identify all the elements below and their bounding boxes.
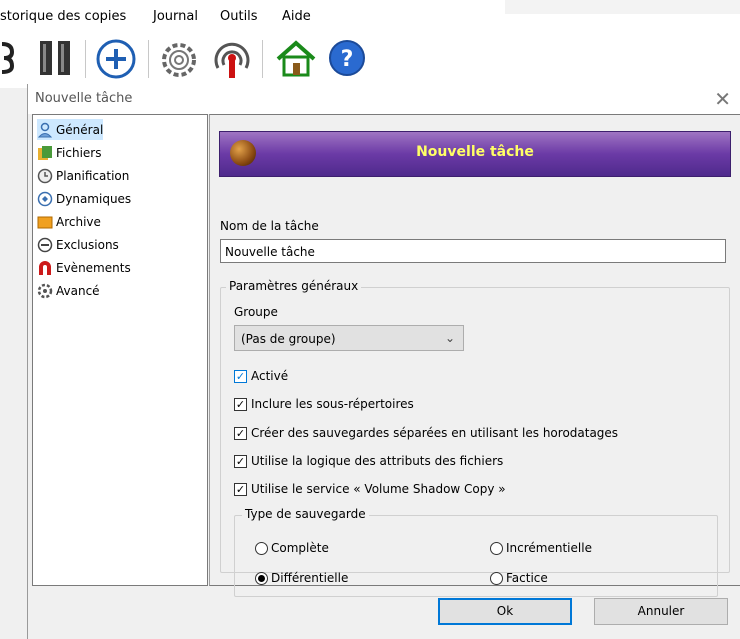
ok-button[interactable]: Ok [438, 598, 572, 625]
group-select-value: (Pas de groupe) [241, 332, 336, 346]
help-icon[interactable]: ? [328, 39, 366, 81]
checkbox-include-subdirectories[interactable]: ✓ Inclure les sous-répertoires [234, 395, 414, 413]
checkbox-label: Utilise la logique des attributs des fic… [251, 454, 504, 468]
nav-item-label: Archive [56, 214, 101, 229]
broadcast-icon[interactable] [210, 38, 254, 86]
task-name-label: Nom de la tâche [220, 219, 319, 233]
general-parameters-title: Paramètres généraux [226, 279, 362, 293]
columns-icon[interactable] [38, 39, 74, 81]
nav-item-scheduling[interactable]: Planification [37, 165, 129, 186]
radio-label: Incrémentielle [506, 541, 592, 555]
backup-type-title: Type de sauvegarde [242, 507, 369, 521]
archive-icon [37, 214, 53, 230]
checkbox-enabled[interactable]: ✓ Activé [234, 367, 288, 385]
dynamic-icon [37, 191, 53, 207]
toolbar: ? [0, 30, 740, 88]
files-icon [37, 145, 53, 161]
nav-item-events[interactable]: Evènements [37, 257, 131, 278]
checkbox-label: Activé [251, 369, 289, 383]
nav-item-files[interactable]: Fichiers [37, 142, 101, 163]
chevron-down-icon: ⌄ [444, 331, 455, 345]
checkbox-check-icon: ✓ [234, 369, 247, 383]
radio-incremental[interactable]: Incrémentielle [490, 539, 592, 557]
gear-icon [37, 283, 53, 299]
nav-item-label: Avancé [56, 283, 100, 298]
nav-item-label: Dynamiques [56, 191, 132, 206]
checkbox-check-icon: ✓ [234, 482, 247, 496]
radio-selected-icon [255, 571, 268, 585]
menu-history[interactable]: storique des copies [0, 9, 126, 24]
radio-label: Différentielle [271, 571, 349, 585]
cancel-button[interactable]: Annuler [594, 598, 728, 625]
checkbox-label: Utilise le service « Volume Shadow Copy … [251, 482, 506, 496]
checkbox-label: Inclure les sous-répertoires [251, 397, 414, 411]
radio-differential[interactable]: Différentielle [255, 569, 348, 587]
group-select[interactable]: (Pas de groupe) ⌄ [234, 325, 464, 351]
dialog-titlebar: Nouvelle tâche ✕ [28, 84, 740, 114]
user-icon [37, 122, 53, 138]
new-task-dialog: Nouvelle tâche ✕ Général Fichiers Planif… [27, 84, 740, 639]
nav-item-label: Evènements [56, 260, 131, 275]
home-icon[interactable] [275, 39, 317, 83]
banner-title: Nouvelle tâche [416, 144, 534, 160]
menu-bar-blank-area [505, 0, 740, 14]
nav-item-label: Fichiers [56, 145, 102, 160]
menu-tools[interactable]: Outils [220, 9, 258, 24]
settings-icon[interactable] [157, 38, 201, 86]
radio-circle-icon [490, 571, 503, 585]
clock-icon [37, 168, 53, 184]
section-banner: Nouvelle tâche [219, 131, 731, 177]
close-icon[interactable]: ✕ [714, 87, 731, 111]
radio-complete[interactable]: Complète [255, 539, 329, 557]
checkbox-file-attributes[interactable]: ✓ Utilise la logique des attributs des f… [234, 452, 503, 470]
exclusion-icon [37, 237, 53, 253]
checkbox-label: Créer des sauvegardes séparées en utilis… [251, 426, 619, 440]
nav-item-archive[interactable]: Archive [37, 211, 101, 232]
menu-help[interactable]: Aide [282, 9, 311, 24]
svg-text:?: ? [341, 47, 354, 72]
nav-item-label: Général [56, 122, 104, 137]
group-label: Groupe [234, 305, 278, 319]
task-name-input[interactable]: Nouvelle tâche [220, 239, 726, 263]
dialog-title: Nouvelle tâche [35, 91, 133, 106]
checkbox-separate-timestamps[interactable]: ✓ Créer des sauvegardes séparées en util… [234, 424, 618, 442]
radio-label: Factice [506, 571, 548, 585]
radio-circle-icon [490, 541, 503, 555]
checkbox-check-icon: ✓ [234, 426, 247, 440]
add-icon[interactable] [95, 38, 137, 84]
settings-nav-tree: Général Fichiers Planification Dynamique… [32, 114, 208, 586]
nav-item-advanced[interactable]: Avancé [37, 280, 100, 301]
general-settings-pane: Nouvelle tâche Nom de la tâche Nouvelle … [209, 114, 740, 597]
checkbox-check-icon: ✓ [234, 397, 247, 411]
nav-item-exclusions[interactable]: Exclusions [37, 234, 119, 255]
magnet-icon [37, 260, 53, 276]
menu-bar: storique des copies Journal Outils Aide [0, 0, 740, 30]
menu-journal[interactable]: Journal [153, 9, 198, 24]
toolbar-separator [148, 40, 149, 78]
toolbar-separator [262, 40, 263, 78]
radio-circle-icon [255, 541, 268, 555]
nav-item-label: Planification [56, 168, 130, 183]
radio-dummy[interactable]: Factice [490, 569, 548, 587]
radio-label: Complète [271, 541, 329, 555]
nav-item-dynamic[interactable]: Dynamiques [37, 188, 131, 209]
checkbox-check-icon: ✓ [234, 454, 247, 468]
checkbox-volume-shadow-copy[interactable]: ✓ Utilise le service « Volume Shadow Cop… [234, 480, 506, 498]
toolbar-separator [85, 40, 86, 78]
phone-icon[interactable] [0, 40, 16, 80]
nav-item-general[interactable]: Général [37, 119, 104, 140]
nav-item-label: Exclusions [56, 237, 119, 252]
